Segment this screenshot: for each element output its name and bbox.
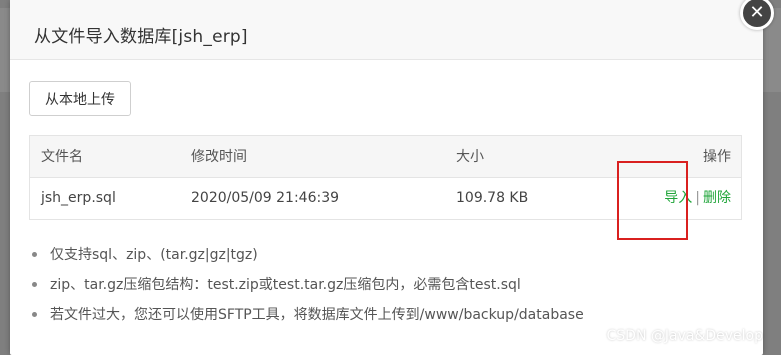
row-filename: jsh_erp.sql — [41, 190, 116, 206]
note-text: zip、tar.gz压缩包结构：test.zip或test.tar.gz压缩包内… — [50, 277, 521, 293]
note-item: zip、tar.gz压缩包结构：test.zip或test.tar.gz压缩包内… — [30, 274, 750, 304]
bullet-icon — [32, 282, 37, 287]
upload-local-button[interactable]: 从本地上传 — [29, 81, 131, 116]
column-header-filename: 文件名 — [41, 149, 83, 165]
note-item: 仅支持sql、zip、(tar.gz|gz|tgz) — [30, 244, 750, 274]
note-text: 若文件过大，您还可以使用SFTP工具，将数据库文件上传到/www/backup/… — [50, 307, 584, 323]
help-notes: 仅支持sql、zip、(tar.gz|gz|tgz) zip、tar.gz压缩包… — [30, 244, 750, 334]
column-header-operation: 操作 — [703, 149, 731, 165]
row-size: 109.78 KB — [456, 190, 529, 206]
note-text: 仅支持sql、zip、(tar.gz|gz|tgz) — [50, 247, 258, 263]
dialog-title: 从文件导入数据库[jsh_erp] — [34, 27, 248, 47]
column-header-modified-time: 修改时间 — [191, 149, 247, 165]
bullet-icon — [32, 252, 37, 257]
dialog-header: 从文件导入数据库[jsh_erp] — [10, 0, 763, 60]
delete-link[interactable]: 删除 — [703, 190, 731, 206]
watermark-text: CSDN @Java&Develop — [606, 328, 764, 344]
column-header-size: 大小 — [456, 149, 484, 165]
red-highlight-annotation — [617, 161, 688, 240]
operation-separator: | — [695, 190, 700, 206]
row-modified-time: 2020/05/09 21:46:39 — [191, 190, 340, 206]
bullet-icon — [32, 312, 37, 317]
